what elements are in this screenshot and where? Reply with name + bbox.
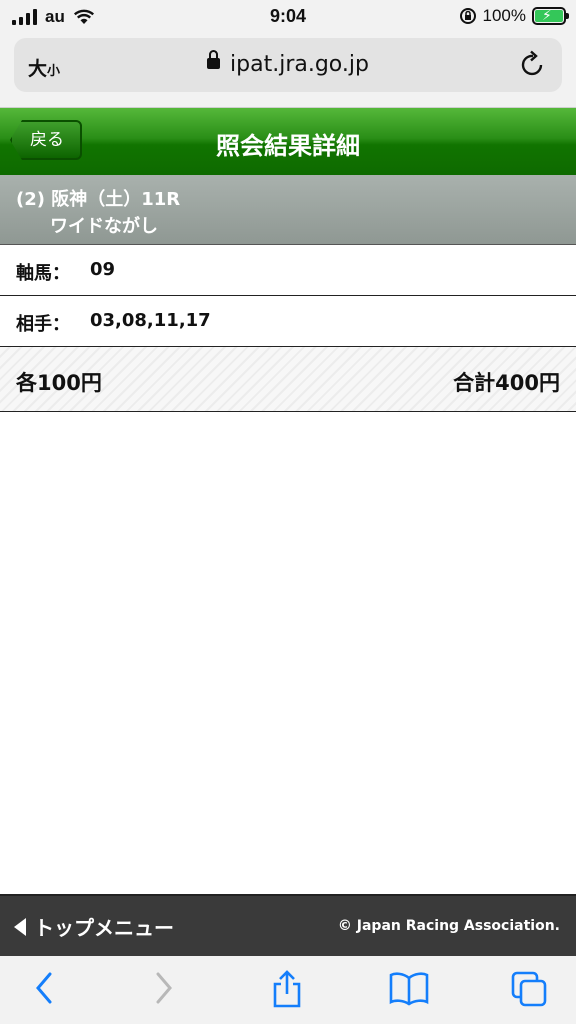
battery-icon: ⚡ [532, 7, 569, 25]
axis-horse-value: 09 [90, 259, 116, 280]
status-bar: au 9:04 100% ⚡ [0, 0, 576, 34]
amount-total: 合計400円 [453, 371, 560, 395]
opponent-label: 相手： [16, 314, 70, 335]
url-display[interactable]: ipat.jra.go.jp [14, 49, 562, 77]
axis-horse-row: 軸馬： 09 [0, 245, 576, 296]
opponent-row: 相手： 03,08,11,17 [0, 296, 576, 347]
top-menu-link[interactable]: トップメニュー [14, 912, 174, 941]
page-title: 照会結果詳細 [216, 132, 360, 160]
summary-row: 各100円 合計400円 [0, 347, 576, 412]
race-name: (2) 阪神（土）11R [16, 189, 181, 210]
browser-toolbar [0, 956, 576, 1024]
back-arrow-icon[interactable] [32, 970, 56, 1006]
battery-percent: 100% [482, 6, 526, 25]
address-bar[interactable]: 大小 ipat.jra.go.jp [14, 38, 562, 92]
opponent-value: 03,08,11,17 [90, 310, 211, 331]
copyright: © Japan Racing Association. [337, 918, 560, 934]
top-menu-label: トップメニュー [34, 916, 174, 940]
race-info: (2) 阪神（土）11R ワイドながし [0, 175, 576, 245]
tabs-icon[interactable] [510, 970, 548, 1008]
browser-address-area: 大小 ipat.jra.go.jp [0, 34, 576, 108]
triangle-left-icon [14, 917, 26, 936]
bookmarks-icon[interactable] [388, 970, 430, 1006]
amount-each: 各100円 [16, 371, 102, 395]
page-header: 戻る 照会結果詳細 [0, 108, 576, 175]
url-text: ipat.jra.go.jp [230, 52, 369, 77]
share-icon[interactable] [270, 970, 304, 1008]
orientation-lock-icon [459, 8, 476, 24]
axis-horse-label: 軸馬： [16, 263, 70, 284]
status-right: 100% ⚡ [459, 6, 569, 26]
reload-icon[interactable] [520, 50, 546, 78]
site-footer: トップメニュー © Japan Racing Association. [0, 894, 576, 956]
bet-type: ワイドながし [50, 216, 158, 237]
forward-arrow-icon[interactable] [152, 970, 176, 1006]
lock-icon [207, 49, 221, 69]
